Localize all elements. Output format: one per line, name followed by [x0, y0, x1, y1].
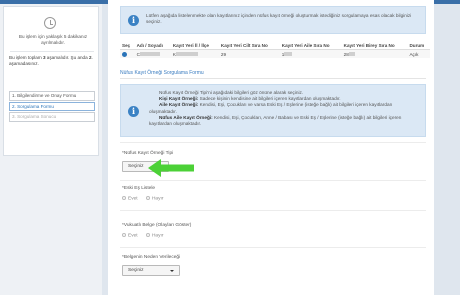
vukuat-yes-radio[interactable]: Evet — [122, 233, 138, 238]
info-alert-form: i Nüfus Kayıt Örneği Tipi'ni aşağıdaki b… — [120, 84, 426, 137]
step-count-text: Bu işlem toplam 3 aşamalıdır. Şu anda 2.… — [9, 55, 93, 66]
eski-es-label: *Eski Eş Listele — [122, 186, 156, 191]
sidebar-panel: Bu işlem için yaklaşık 5 dakikanız ayrıl… — [3, 6, 99, 156]
sidebar-divider — [10, 51, 94, 52]
cell-birey: 28 — [341, 49, 408, 59]
step-1-link[interactable]: 1. Bilgilendirme ve Onay Formu — [9, 91, 95, 101]
steps-list: 1. Bilgilendirme ve Onay Formu 2. Sorgul… — [9, 91, 95, 123]
main-panel: i Lütfen aşağıda listelenmekte olan kayı… — [108, 0, 434, 295]
table-header-row: Seç Adı / Soyadı Kayıt Yeri İl / İlçe Ka… — [120, 41, 430, 50]
step-3-link: 3. Sorgulama Sonucu — [9, 112, 95, 122]
info-aile: Aile Kayıt Örneği: Kendisi, Eşi, Çocukla… — [149, 102, 393, 114]
cell-place: K — [170, 49, 219, 59]
records-table: Seç Adı / Soyadı Kayıt Yeri İl / İlçe Ka… — [120, 41, 430, 59]
info-icon: i — [128, 106, 139, 117]
neden-select[interactable]: Seçiniz — [122, 265, 180, 276]
cell-name: C — [134, 49, 171, 59]
tip-label: *Nüfus Kayıt Örneği Tipi — [122, 151, 174, 156]
col-header-name: Adı / Soyadı — [134, 41, 171, 50]
info-icon: i — [128, 15, 139, 26]
col-header-cilt: Kayıt Yeri Cilt Sıra No — [218, 41, 280, 50]
col-header-place: Kayıt Yeri İl / İlçe — [170, 41, 219, 50]
info-alert-form-text: Nüfus Kayıt Örneği Tipi'ni aşağıdaki bil… — [149, 90, 419, 127]
table-row[interactable]: C K 29 1 28 Açık — [120, 49, 430, 59]
cell-status: Açık — [407, 49, 430, 59]
neden-label: *Belgenin Neden Verileceği — [122, 255, 181, 260]
cell-aile: 1 — [279, 49, 342, 59]
col-header-status: Durum — [407, 41, 430, 50]
divider — [120, 210, 426, 211]
eski-es-yes-radio[interactable]: Evet — [122, 196, 138, 201]
eski-es-radio-group: Evet Hayır — [122, 196, 170, 201]
divider — [120, 180, 426, 181]
vukuat-label: *Vukuatlı Belge (Olayları Göster) — [122, 223, 192, 228]
clock-icon — [44, 17, 56, 29]
col-header-birey: Kayıt Yeri Birey Sıra No — [341, 41, 408, 50]
form-title-divider — [120, 78, 426, 79]
info-alert-top-text: Lütfen aşağıda listelenmekte olan kayıtl… — [146, 13, 412, 25]
eski-es-no-radio[interactable]: Hayır — [145, 196, 163, 201]
arrow-left-icon — [148, 159, 194, 177]
vukuat-no-radio[interactable]: Hayır — [145, 233, 163, 238]
step-2-link[interactable]: 2. Sorgulama Formu — [9, 101, 95, 112]
session-duration-text: Bu işlem için yaklaşık 5 dakikanız ayrıl… — [18, 34, 88, 45]
info-alert-top: i Lütfen aşağıda listelenmekte olan kayı… — [120, 6, 426, 34]
divider — [120, 247, 426, 248]
divider — [120, 142, 426, 143]
chevron-down-icon — [170, 269, 174, 272]
info-nufus: Nüfus Aile Kayıt Örneği: Kendisi, Eşi, Ç… — [149, 114, 402, 127]
col-header-select: Seç — [120, 41, 135, 50]
col-header-aile: Kayıt Yeri Aile Sıra No — [279, 41, 342, 50]
cell-cilt: 29 — [218, 49, 280, 59]
row-select-radio[interactable] — [120, 49, 135, 59]
vukuat-radio-group: Evet Hayır — [122, 233, 170, 238]
form-title: Nüfus Kayıt Örneği Sorgulama Formu — [120, 70, 204, 76]
sidebar: Bu işlem için yaklaşık 5 dakikanız ayrıl… — [0, 4, 102, 295]
